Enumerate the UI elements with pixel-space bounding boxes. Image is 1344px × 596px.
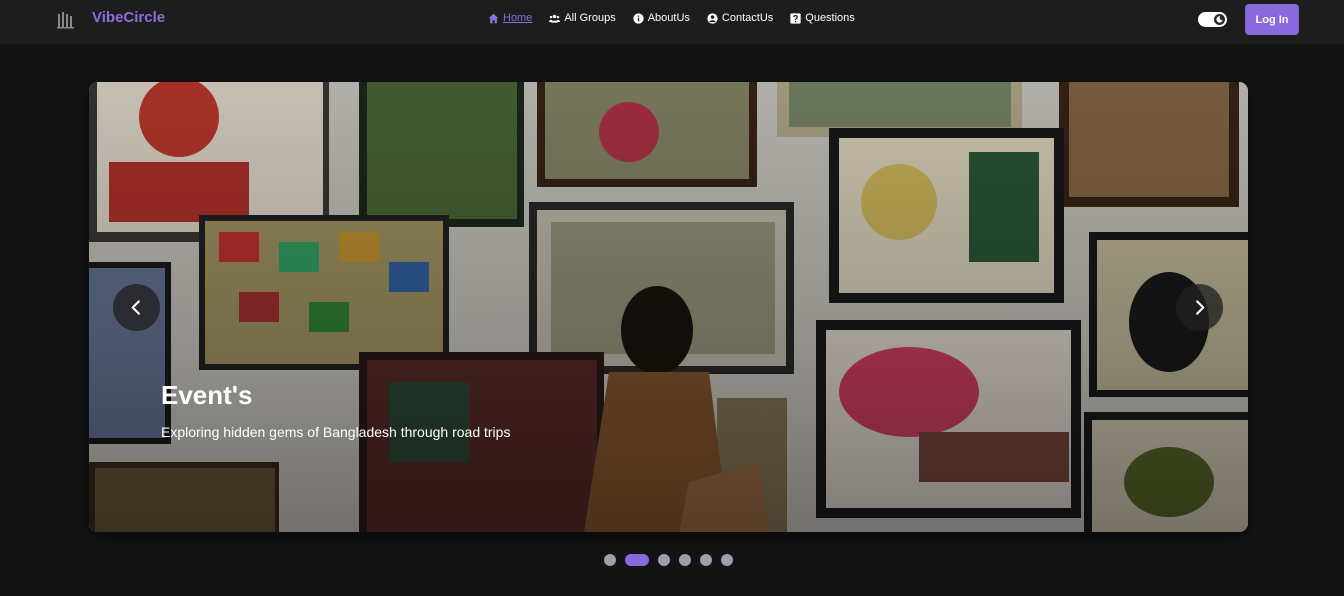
users-icon — [549, 14, 561, 23]
carousel-dot[interactable] — [625, 554, 649, 566]
home-icon — [488, 13, 499, 23]
brand-name[interactable]: VibeCircle — [92, 9, 165, 26]
nav-item-home[interactable]: Home — [488, 12, 532, 24]
question-icon — [790, 12, 801, 24]
next-slide-button[interactable] — [1176, 284, 1223, 331]
slide-title: Event's — [161, 380, 253, 410]
hero-carousel: Event's Exploring hidden gems of Banglad… — [89, 82, 1248, 532]
chevron-left-icon — [131, 300, 140, 315]
carousel-dot[interactable] — [604, 554, 616, 566]
theme-toggle[interactable] — [1198, 12, 1227, 27]
nav-item-all-groups[interactable]: All Groups — [549, 12, 616, 24]
chevron-right-icon — [1196, 300, 1205, 315]
login-button[interactable]: Log In — [1245, 4, 1299, 35]
carousel-dot[interactable] — [721, 554, 733, 566]
nav-item-label: Home — [503, 12, 533, 24]
carousel-pagination — [604, 554, 733, 566]
toggle-knob — [1214, 14, 1225, 25]
slide-overlay — [89, 82, 1248, 532]
nav-item-label: ContactUs — [721, 12, 774, 24]
nav-item-about-us[interactable]: AboutUs — [633, 12, 690, 24]
nav-item-contact-us[interactable]: ContactUs — [707, 12, 773, 24]
building-columns-icon[interactable] — [56, 10, 76, 30]
carousel-dot[interactable] — [700, 554, 712, 566]
navbar: VibeCircle Home All Groups AboutUs Conta… — [0, 0, 1344, 44]
carousel-dot[interactable] — [679, 554, 691, 566]
info-icon — [633, 12, 644, 24]
nav-item-questions[interactable]: Questions — [790, 12, 855, 24]
slide-caption: Exploring hidden gems of Bangladesh thro… — [161, 424, 511, 440]
nav-item-label: AboutUs — [647, 12, 690, 24]
user-circle-icon — [707, 12, 718, 24]
moon-icon — [1216, 16, 1223, 23]
carousel-dot[interactable] — [658, 554, 670, 566]
nav-item-label: All Groups — [564, 12, 616, 24]
prev-slide-button[interactable] — [113, 284, 160, 331]
main-nav: Home All Groups AboutUs ContactUs Questi… — [488, 12, 855, 24]
nav-item-label: Questions — [805, 12, 855, 24]
